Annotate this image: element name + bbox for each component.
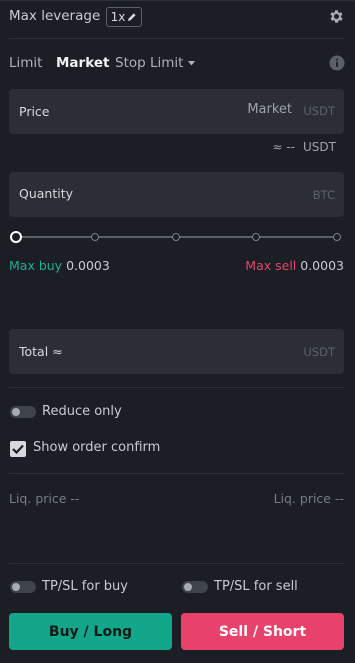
tab-limit[interactable]: Limit xyxy=(9,55,42,71)
info-icon[interactable] xyxy=(329,55,345,71)
quantity-field[interactable]: Quantity BTC xyxy=(9,172,344,217)
tab-market[interactable]: Market xyxy=(56,55,109,71)
leverage-button[interactable]: 1x xyxy=(106,7,142,27)
liq-divider xyxy=(9,473,345,474)
price-approx: ≈ -- USDT xyxy=(272,140,336,154)
tpsl-sell-label: TP/SL for sell xyxy=(214,579,298,594)
toggle-knob xyxy=(12,408,20,416)
tpsl-sell-toggle[interactable] xyxy=(182,581,208,593)
tab-stop-limit-label: Stop Limit xyxy=(115,55,184,71)
slider-stop-25[interactable] xyxy=(91,233,99,241)
total-unit: USDT xyxy=(303,345,335,359)
caret-down-icon xyxy=(188,60,196,65)
checkmark-icon xyxy=(12,444,24,454)
show-order-confirm-label: Show order confirm xyxy=(33,440,161,455)
gear-icon[interactable] xyxy=(328,8,345,25)
price-unit: USDT xyxy=(303,104,335,118)
price-label: Price xyxy=(19,104,50,119)
tab-stop-limit[interactable]: Stop Limit xyxy=(115,55,196,71)
max-buy-value: 0.0003 xyxy=(66,258,110,273)
tpsl-divider xyxy=(9,563,345,564)
max-leverage-label: Max leverage xyxy=(9,8,101,24)
header-divider xyxy=(9,38,345,39)
options-divider xyxy=(9,387,345,388)
buy-long-button[interactable]: Buy / Long xyxy=(9,613,172,650)
quantity-label: Quantity xyxy=(19,186,74,201)
slider-stop-50[interactable] xyxy=(172,233,180,241)
slider-handle[interactable] xyxy=(10,231,22,243)
toggle-knob xyxy=(184,583,192,591)
liq-price-sell: Liq. price -- xyxy=(273,491,344,506)
max-buy: Max buy 0.0003 xyxy=(9,258,110,273)
quantity-unit: BTC xyxy=(312,188,335,202)
show-order-confirm-checkbox[interactable] xyxy=(10,441,26,457)
approx-unit: USDT xyxy=(303,140,336,154)
approx-value: ≈ -- xyxy=(272,140,296,154)
price-field[interactable]: Price Market USDT xyxy=(9,89,344,134)
tpsl-buy-toggle[interactable] xyxy=(10,581,36,593)
reduce-only-label: Reduce only xyxy=(42,404,122,419)
slider-stop-100[interactable] xyxy=(333,233,341,241)
max-sell: Max sell 0.0003 xyxy=(245,258,344,273)
total-field[interactable]: Total ≈ USDT xyxy=(9,329,344,374)
max-buy-label: Max buy xyxy=(9,258,63,273)
liq-price-buy: Liq. price -- xyxy=(9,491,80,506)
max-sell-label: Max sell xyxy=(245,258,297,273)
price-value: Market xyxy=(247,102,292,117)
pencil-icon xyxy=(128,13,136,21)
quantity-slider[interactable] xyxy=(10,231,341,243)
total-label: Total ≈ xyxy=(19,344,63,359)
toggle-knob xyxy=(12,583,20,591)
reduce-only-toggle[interactable] xyxy=(10,406,36,418)
sell-short-button[interactable]: Sell / Short xyxy=(181,613,344,650)
max-sell-value: 0.0003 xyxy=(300,258,344,273)
leverage-value: 1x xyxy=(110,10,126,24)
tpsl-buy-label: TP/SL for buy xyxy=(42,579,128,594)
slider-stop-75[interactable] xyxy=(252,233,260,241)
